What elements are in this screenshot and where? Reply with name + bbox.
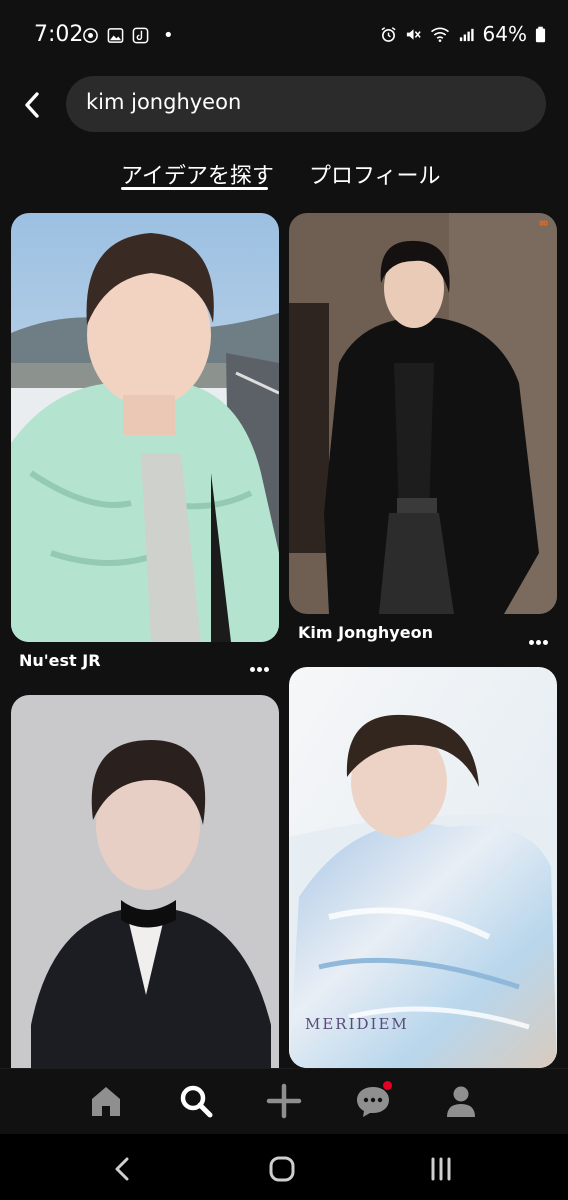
home-circle-icon[interactable] xyxy=(267,1154,297,1184)
notification-dot xyxy=(383,1081,392,1090)
messages-button[interactable] xyxy=(355,1081,392,1119)
more-options-icon[interactable] xyxy=(250,657,272,672)
profile-icon[interactable] xyxy=(443,1083,479,1119)
active-tab-indicator xyxy=(121,187,268,190)
more-options-icon[interactable] xyxy=(529,630,551,645)
pin-photo-1 xyxy=(11,213,279,642)
tab-explore-ideas[interactable]: アイデアを探す xyxy=(121,158,274,190)
pin-caption-2[interactable]: Kim Jonghyeon xyxy=(298,623,433,642)
battery-percent: 64% xyxy=(482,22,527,46)
gallery-icon xyxy=(107,28,124,43)
alarm-icon xyxy=(380,26,396,42)
brand-logo: ᄅᄆ xyxy=(537,219,549,233)
status-bar: 7:02 • 64% xyxy=(0,0,568,70)
status-time: 7:02 xyxy=(34,22,84,47)
pin-photo-4 xyxy=(289,667,557,1068)
meridiem-watermark: MERIDIEM xyxy=(305,1015,409,1033)
pin-image-2[interactable]: ᄅᄆ xyxy=(289,213,557,614)
search-query: kim jonghyeon xyxy=(86,90,242,114)
back-arrow-icon[interactable] xyxy=(18,90,48,120)
battery-icon xyxy=(535,26,546,42)
system-navigation xyxy=(0,1134,568,1200)
tab-bar: アイデアを探す プロフィール xyxy=(0,158,568,198)
pin-caption-1[interactable]: Nu'est JR xyxy=(19,651,101,670)
status-left-icons: • xyxy=(82,25,174,46)
pin-image-3[interactable] xyxy=(11,695,279,1068)
signal-icon xyxy=(459,28,474,41)
status-right-icons: 64% xyxy=(380,22,546,46)
mute-icon xyxy=(406,28,421,40)
home-icon[interactable] xyxy=(88,1083,124,1119)
bottom-navigation xyxy=(0,1068,568,1134)
plus-icon[interactable] xyxy=(266,1083,302,1119)
pin-image-4[interactable]: MERIDIEM xyxy=(289,667,557,1068)
search-input[interactable]: kim jonghyeon xyxy=(66,76,546,132)
pin-photo-3 xyxy=(11,695,279,1068)
wifi-icon xyxy=(430,27,449,42)
status-dot: • xyxy=(163,25,174,46)
back-icon[interactable] xyxy=(108,1154,138,1184)
search-icon[interactable] xyxy=(178,1083,214,1119)
pin-photo-2 xyxy=(289,213,557,614)
pin-image-1[interactable] xyxy=(11,213,279,642)
tiktok-icon xyxy=(132,27,149,44)
tab-profile[interactable]: プロフィール xyxy=(309,158,441,190)
whatsapp-icon xyxy=(83,28,98,43)
recents-icon[interactable] xyxy=(426,1154,456,1184)
